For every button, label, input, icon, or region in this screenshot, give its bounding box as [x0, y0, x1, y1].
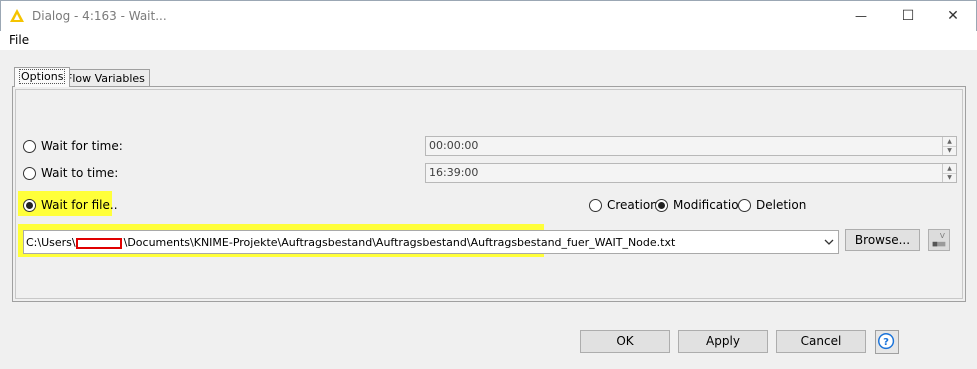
ok-label: OK [616, 334, 634, 348]
svg-text:?: ? [883, 337, 889, 348]
tab-options[interactable]: Options [14, 67, 71, 87]
wait-for-time-spin-buttons: ▲ ▼ [942, 137, 956, 155]
svg-text:V: V [940, 231, 945, 240]
wait-to-time-option[interactable]: Wait to time: [23, 166, 118, 180]
help-button[interactable]: ? [875, 330, 899, 354]
wait-for-time-option[interactable]: Wait for time: [23, 139, 123, 153]
maximize-icon: ☐ [901, 8, 915, 24]
browse-label: Browse... [854, 233, 911, 247]
file-path-suffix: \Documents\KNIME-Projekte\Auftragsbestan… [123, 236, 676, 249]
browse-button[interactable]: Browse... [845, 229, 920, 251]
cancel-label: Cancel [800, 334, 842, 348]
modification-option[interactable]: Modification [655, 198, 746, 212]
flow-variable-button[interactable]: V [928, 229, 950, 251]
window-title: Dialog - 4:163 - Wait... [32, 9, 167, 23]
creation-option[interactable]: Creation [589, 198, 658, 212]
redaction-mark [75, 237, 122, 249]
chevron-down-icon[interactable] [822, 235, 836, 249]
apply-button[interactable]: Apply [678, 330, 768, 353]
options-panel [12, 86, 966, 302]
menu-bar: File [0, 31, 977, 50]
tab-flow-variables-label: Flow Variables [66, 72, 145, 85]
wait-to-time-spin-buttons: ▲ ▼ [942, 164, 956, 182]
apply-label: Apply [706, 334, 740, 348]
tab-options-label: Options [19, 69, 66, 84]
wait-for-time-value: 00:00:00 [429, 139, 479, 152]
creation-label: Creation [607, 198, 658, 212]
modification-radio[interactable] [655, 198, 668, 212]
flow-variable-icon: V [932, 231, 946, 247]
wait-to-time-radio[interactable] [23, 166, 36, 180]
wait-to-time-value: 16:39:00 [429, 166, 479, 179]
menu-file[interactable]: File [9, 33, 29, 47]
spin-down-icon[interactable]: ▼ [943, 146, 956, 155]
maximize-button[interactable]: ☐ [885, 1, 931, 31]
options-inner-border [15, 89, 963, 299]
cancel-button[interactable]: Cancel [776, 330, 866, 353]
ok-button[interactable]: OK [580, 330, 670, 353]
wait-for-time-spinner[interactable]: 00:00:00 ▲ ▼ [425, 136, 957, 156]
deletion-radio[interactable] [738, 198, 751, 212]
wait-to-time-label: Wait to time: [41, 166, 119, 180]
file-path-prefix: C:\Users\ [26, 236, 76, 249]
wait-to-time-spinner[interactable]: 16:39:00 ▲ ▼ [425, 163, 957, 183]
wait-for-file-option[interactable]: Wait for file.. [23, 198, 118, 212]
file-path-text: C:\Users\ \Documents\KNIME-Projekte\Auftr… [26, 236, 675, 249]
title-bar: Dialog - 4:163 - Wait... — ☐ ✕ [0, 0, 977, 31]
spin-down-icon[interactable]: ▼ [943, 173, 956, 182]
deletion-label: Deletion [756, 198, 807, 212]
file-path-combo[interactable]: C:\Users\ \Documents\KNIME-Projekte\Auftr… [23, 230, 839, 254]
tab-flow-variables[interactable]: Flow Variables [61, 69, 150, 87]
wait-for-file-label: Wait for file.. [41, 198, 118, 212]
creation-radio[interactable] [589, 198, 602, 212]
modification-label: Modification [673, 198, 747, 212]
wait-for-time-radio[interactable] [23, 139, 36, 153]
knime-triangle-icon [10, 9, 24, 22]
close-icon: ✕ [947, 8, 959, 24]
minimize-button[interactable]: — [838, 1, 884, 31]
help-icon: ? [878, 333, 895, 350]
deletion-option[interactable]: Deletion [738, 198, 806, 212]
close-button[interactable]: ✕ [930, 1, 976, 31]
minimize-icon: — [855, 9, 867, 23]
wait-for-file-radio[interactable] [23, 198, 36, 212]
wait-for-time-label: Wait for time: [41, 139, 123, 153]
